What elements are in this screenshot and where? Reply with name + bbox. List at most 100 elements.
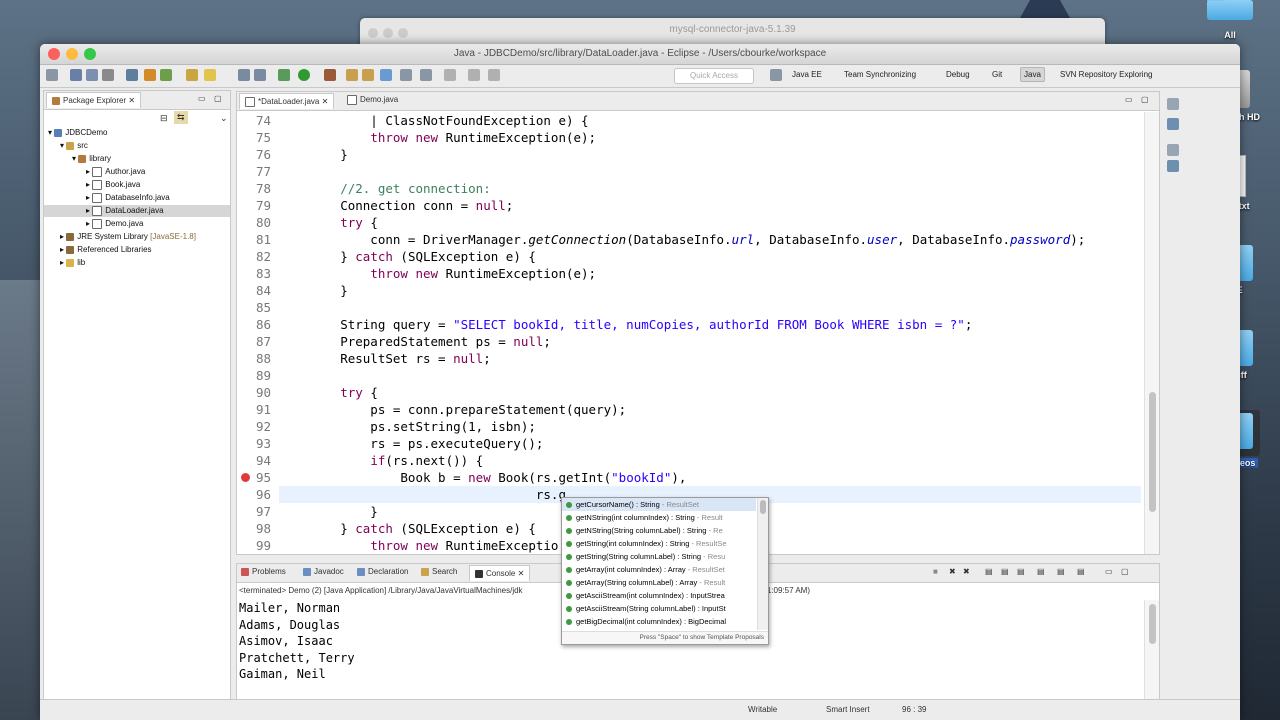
minimize-editor-icon[interactable]: ▭: [1125, 95, 1133, 104]
back-icon[interactable]: [468, 69, 480, 81]
outline-icon[interactable]: [1167, 118, 1179, 130]
open-type-icon[interactable]: [400, 69, 412, 81]
git-icon[interactable]: [160, 69, 172, 81]
forward-icon[interactable]: [488, 69, 500, 81]
tab-problems[interactable]: Problems: [241, 567, 286, 576]
remove-launch-icon[interactable]: ✖: [949, 567, 956, 576]
content-assist-item[interactable]: getString(int columnIndex) : String - Re…: [562, 537, 756, 550]
content-assist-scrollbar-thumb[interactable]: [760, 500, 766, 514]
status-writable: Writable: [748, 705, 778, 714]
content-assist-item[interactable]: getArray(String columnLabel) : Array - R…: [562, 576, 756, 589]
tab-javadoc[interactable]: Javadoc: [303, 567, 344, 576]
debug-icon[interactable]: [278, 69, 290, 81]
tab-demo-java[interactable]: Demo.java: [347, 95, 398, 105]
tab-declaration[interactable]: Declaration: [357, 567, 408, 576]
content-assist-item[interactable]: getNString(int columnIndex) : String - R…: [562, 511, 756, 524]
external-tools-icon[interactable]: [324, 69, 336, 81]
tree-item-demo-java[interactable]: ▸ Demo.java: [86, 218, 144, 230]
save-all-icon[interactable]: [86, 69, 98, 81]
tree-item-lib[interactable]: ▸ lib: [60, 257, 85, 269]
content-assist-item[interactable]: getBigDecimal(int columnIndex) : BigDeci…: [562, 615, 756, 628]
maximize-editor-icon[interactable]: ▢: [1141, 95, 1149, 104]
show-on-output-icon[interactable]: ▤: [1017, 567, 1025, 576]
content-assist-item[interactable]: getAsciiStream(String columnLabel) : Inp…: [562, 602, 756, 615]
perspective-debug[interactable]: Debug: [946, 70, 970, 79]
tree-item-dataloader-java[interactable]: ▸ DataLoader.java: [44, 205, 230, 217]
content-assist-item[interactable]: getCursorName() : String - ResultSet: [562, 498, 756, 511]
tree-item-book-java[interactable]: ▸ Book.java: [86, 179, 140, 191]
new-icon[interactable]: [46, 69, 58, 81]
minimize-console-icon[interactable]: ▭: [1105, 567, 1113, 576]
tab-console[interactable]: Console ✕: [469, 565, 531, 581]
terminate-icon[interactable]: ■: [933, 567, 938, 576]
code-editor[interactable]: 74 75 76 77 78 79 80 81 82 83 84 85 86 87 88 89 90 91 92 93…: [237, 112, 1159, 554]
save-icon[interactable]: [70, 69, 82, 81]
error-marker-icon[interactable]: [241, 473, 250, 482]
content-assist-scrollbar[interactable]: [757, 498, 768, 630]
tree-item-databaseinfo-java[interactable]: ▸ DatabaseInfo.java: [86, 192, 170, 204]
editor-scrollbar[interactable]: [1144, 112, 1159, 554]
tab-search[interactable]: Search: [421, 567, 457, 576]
restore-icon[interactable]: [1167, 98, 1179, 110]
task-list-icon[interactable]: [1167, 160, 1179, 172]
package-explorer-icon: [52, 96, 60, 105]
highlight-icon[interactable]: [204, 69, 216, 81]
print-icon[interactable]: [102, 69, 114, 81]
tab-dataloader-java[interactable]: *DataLoader.java ✕: [239, 93, 335, 109]
tree-item-library[interactable]: ▾ library: [72, 153, 111, 165]
perspective-git[interactable]: Git: [992, 70, 1002, 79]
console-scrollbar[interactable]: [1144, 600, 1159, 701]
layout-icon[interactable]: [254, 69, 266, 81]
editor-scrollbar-thumb[interactable]: [1149, 392, 1156, 512]
open-console-icon[interactable]: ▤: [1077, 567, 1085, 576]
tree-item-referenced-libraries[interactable]: ▸ Referenced Libraries: [60, 244, 152, 256]
run-icon[interactable]: [298, 69, 310, 81]
remove-all-icon[interactable]: ✖: [963, 567, 970, 576]
java-file-icon: [92, 166, 103, 177]
next-annotation-icon[interactable]: [444, 69, 456, 81]
tree-item-jdbcdemo[interactable]: ▾ JDBCDemo: [48, 127, 107, 139]
tree-item-jre-system-library[interactable]: ▸ JRE System Library [JavaSE-1.8]: [60, 231, 196, 243]
display-console-icon[interactable]: ▤: [1057, 567, 1065, 576]
perspective-team-synchronizing[interactable]: Team Synchronizing: [844, 70, 916, 79]
minimize-view-icon[interactable]: ▭: [198, 94, 206, 103]
new-class-icon[interactable]: [380, 69, 392, 81]
desktop-icon-all[interactable]: All: [1190, 0, 1270, 40]
console-scrollbar-thumb[interactable]: [1149, 604, 1156, 644]
console-line: Asimov, Isaac: [239, 634, 333, 648]
toggle-icon[interactable]: [238, 69, 250, 81]
content-assist-item[interactable]: getString(String columnLabel) : String -…: [562, 550, 756, 563]
collapse-all-icon[interactable]: ⊟: [160, 113, 168, 124]
link-with-editor-icon[interactable]: ⇆: [174, 111, 188, 124]
package-explorer-pane: Package Explorer ✕ ▭ ▢ ⊟ ⇆ ⌄ ▾ JDBCDemo …: [43, 90, 231, 700]
maximize-console-icon[interactable]: ▢: [1121, 567, 1129, 576]
new-java-project-icon[interactable]: [346, 69, 358, 81]
code-line: try {: [340, 215, 378, 230]
tab-package-explorer[interactable]: Package Explorer ✕: [46, 92, 142, 108]
content-assist-item[interactable]: getNString(String columnLabel) : String …: [562, 524, 756, 537]
restore-bottom-icon[interactable]: [1167, 144, 1179, 156]
open-perspective-icon[interactable]: [770, 69, 782, 81]
word-wrap-icon[interactable]: ▤: [1001, 567, 1009, 576]
content-assist-item[interactable]: getAsciiStream(int columnIndex) : InputS…: [562, 589, 756, 602]
public-method-icon: [566, 593, 572, 600]
quick-access-input[interactable]: Quick Access: [674, 68, 754, 84]
content-assist-item[interactable]: getArray(int columnIndex) : Array - Resu…: [562, 563, 756, 576]
scroll-lock-icon[interactable]: ▤: [985, 567, 993, 576]
perspective-java-ee[interactable]: Java EE: [792, 70, 822, 79]
build-icon[interactable]: [186, 69, 198, 81]
pin-console-icon[interactable]: ▤: [1037, 567, 1045, 576]
search-icon[interactable]: [420, 69, 432, 81]
new-package-icon[interactable]: [362, 69, 374, 81]
content-assist-popup[interactable]: Press "Space" to show Template Proposals…: [561, 497, 769, 645]
code-line: Book b = new Book(rs.getInt("bookId"),: [280, 470, 687, 485]
view-menu-icon[interactable]: ⌄: [220, 113, 228, 124]
debug-skip-icon[interactable]: [126, 69, 138, 81]
project-icon: [54, 128, 63, 137]
tree-item-src[interactable]: ▾ src: [60, 140, 88, 152]
perspective-svn[interactable]: SVN Repository Exploring: [1060, 70, 1152, 79]
maximize-view-icon[interactable]: ▢: [214, 94, 222, 103]
perspective-java[interactable]: Java: [1020, 67, 1045, 82]
package-icon[interactable]: [144, 69, 156, 81]
tree-item-author-java[interactable]: ▸ Author.java: [86, 166, 145, 178]
